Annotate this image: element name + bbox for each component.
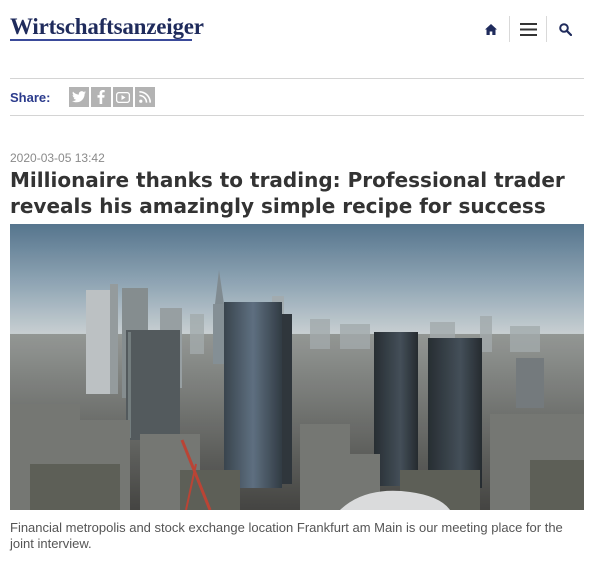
site-header: Wirtschaftsanzeiger <box>0 0 591 58</box>
divider-top <box>10 78 584 79</box>
article-hero-image <box>10 224 584 510</box>
search-button[interactable] <box>547 16 583 42</box>
share-rss-button[interactable] <box>135 87 156 107</box>
article-timestamp: 2020-03-05 13:42 <box>10 151 105 165</box>
share-twitter-button[interactable] <box>69 87 90 107</box>
article-title: Millionaire thanks to trading: Professio… <box>10 168 565 218</box>
divider-bottom <box>10 115 584 116</box>
search-icon <box>558 22 572 36</box>
header-nav <box>473 16 583 42</box>
share-facebook-button[interactable] <box>91 87 112 107</box>
share-bar: Share: <box>10 86 157 108</box>
youtube-icon <box>116 91 131 103</box>
home-icon <box>485 23 497 35</box>
twitter-icon <box>72 91 87 103</box>
image-caption: Financial metropolis and stock exchange … <box>10 520 563 551</box>
share-youtube-button[interactable] <box>113 87 134 107</box>
home-button[interactable] <box>473 16 509 42</box>
skyline-image <box>10 224 584 510</box>
menu-button[interactable] <box>510 16 546 42</box>
site-logo[interactable]: Wirtschaftsanzeiger <box>10 14 204 40</box>
rss-icon <box>139 91 152 103</box>
logo-underline <box>10 39 192 41</box>
share-label: Share: <box>10 89 51 105</box>
menu-icon <box>519 22 537 36</box>
facebook-icon <box>97 90 106 104</box>
